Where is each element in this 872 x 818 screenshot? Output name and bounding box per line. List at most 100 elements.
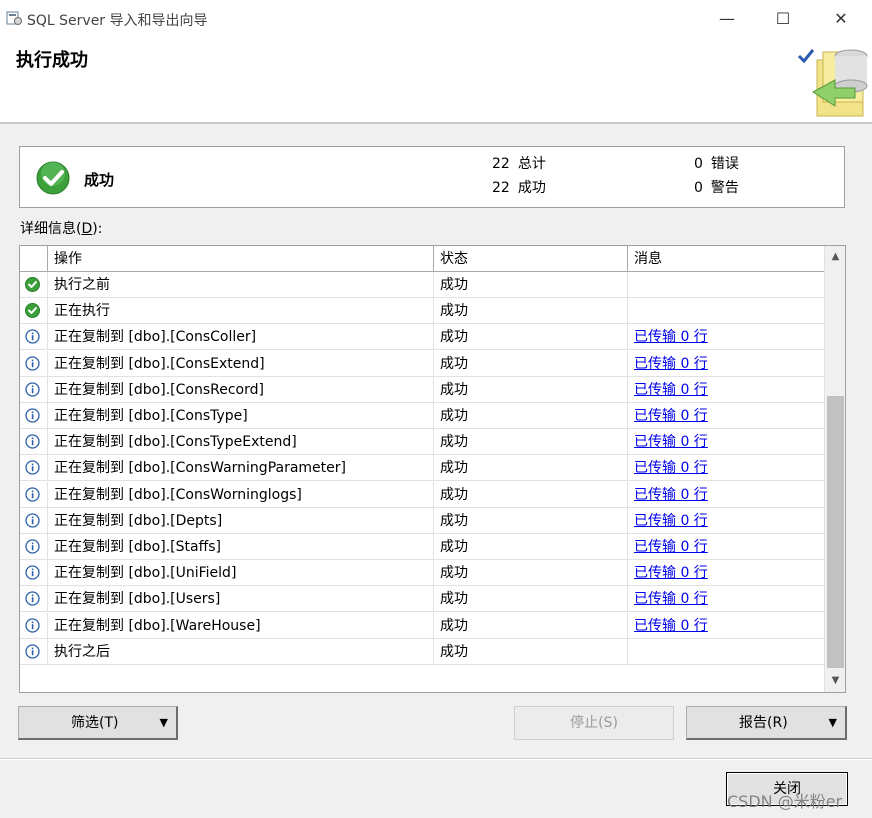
info-icon: [20, 612, 48, 639]
row-message: [628, 272, 824, 298]
table-row[interactable]: 正在复制到 [dbo].[Depts] 成功 已传输 0 行: [20, 507, 824, 534]
row-status: 成功: [434, 324, 628, 351]
row-operation: 正在复制到 [dbo].[ConsRecord]: [48, 376, 434, 403]
summary-status: 成功: [84, 171, 115, 189]
success-stat: 22 成功: [492, 177, 546, 197]
footer-divider: [0, 758, 872, 760]
row-status: 成功: [434, 560, 628, 587]
transferred-rows-link[interactable]: 已传输 0 行: [634, 591, 708, 607]
transferred-rows-link[interactable]: 已传输 0 行: [634, 539, 708, 555]
minimize-button[interactable]: —: [704, 4, 750, 34]
row-operation: 正在复制到 [dbo].[Users]: [48, 586, 434, 613]
info-icon: [20, 638, 48, 665]
warning-count: 0: [694, 180, 703, 196]
info-icon: [20, 560, 48, 587]
summary-panel: 成功 22 总计 22 成功 0 错误 0 警告: [19, 146, 845, 208]
vertical-scrollbar[interactable]: ▲ ▼: [824, 246, 845, 692]
info-icon: [20, 376, 48, 403]
window-titlebar: SQL Server 导入和导出向导 — ☐ ✕: [0, 0, 872, 38]
row-status: 成功: [434, 534, 628, 560]
total-count: 22: [492, 156, 510, 172]
row-message: 已传输 0 行: [628, 403, 824, 429]
report-dropdown-arrow-icon[interactable]: ▼: [829, 707, 837, 739]
info-icon: [20, 350, 48, 377]
transferred-rows-link[interactable]: 已传输 0 行: [634, 618, 708, 634]
table-row[interactable]: 正在复制到 [dbo].[ConsWarningParameter] 成功 已传输 …: [20, 455, 824, 482]
info-icon: [20, 403, 48, 429]
row-status: 成功: [434, 612, 628, 639]
transferred-rows-link[interactable]: 已传输 0 行: [634, 460, 708, 476]
row-message: 已传输 0 行: [628, 482, 824, 508]
database-transfer-graphic-icon: [797, 49, 868, 117]
table-row[interactable]: 正在复制到 [dbo].[ConsColler] 成功 已传输 0 行: [20, 324, 824, 351]
row-status: 成功: [434, 376, 628, 403]
column-header-status[interactable]: 状态: [434, 246, 628, 272]
info-icon: [20, 324, 48, 351]
warning-label: 警告: [710, 180, 739, 196]
table-row[interactable]: 正在复制到 [dbo].[Staffs] 成功 已传输 0 行: [20, 534, 824, 560]
column-header-message[interactable]: 消息: [628, 246, 824, 272]
table-row[interactable]: 正在复制到 [dbo].[ConsTypeExtend] 成功 已传输 0 行: [20, 429, 824, 456]
info-icon: [20, 455, 48, 482]
success-icon: [20, 298, 48, 325]
info-icon: [20, 507, 48, 534]
row-message: 已传输 0 行: [628, 560, 824, 586]
scroll-up-arrow-icon[interactable]: ▲: [825, 246, 845, 268]
scroll-thumb[interactable]: [827, 396, 844, 668]
table-row[interactable]: 正在复制到 [dbo].[ConsRecord] 成功 已传输 0 行: [20, 376, 824, 403]
row-operation: 执行之前: [48, 272, 434, 298]
details-label-suffix: ):: [92, 221, 103, 237]
row-message: 已传输 0 行: [628, 508, 824, 534]
table-row[interactable]: 正在复制到 [dbo].[ConsWorninglogs] 成功 已传输 0 行: [20, 481, 824, 508]
row-operation: 正在执行: [48, 298, 434, 325]
details-label-text: 详细信息(: [20, 221, 82, 237]
close-window-button[interactable]: ✕: [818, 4, 864, 34]
row-status: 成功: [434, 298, 628, 325]
filter-button-label: 筛选(T): [71, 715, 119, 731]
scroll-down-arrow-icon[interactable]: ▼: [825, 670, 845, 692]
row-operation: 正在复制到 [dbo].[UniField]: [48, 560, 434, 587]
details-grid[interactable]: 操作 状态 消息 执行之前 成功 正在执行 成功 正在复制到 [dbo].[ConsCo…: [19, 245, 846, 693]
success-label: 成功: [517, 180, 546, 196]
transferred-rows-link[interactable]: 已传输 0 行: [634, 487, 708, 503]
table-row[interactable]: 执行之前 成功: [20, 272, 824, 298]
report-button-label: 报告(R): [739, 715, 788, 731]
report-button[interactable]: 报告(R) ▼: [686, 706, 847, 740]
info-icon: [20, 481, 48, 508]
details-hotkey: D: [81, 221, 93, 237]
stop-button[interactable]: 停止(S): [514, 706, 674, 740]
row-operation: 正在复制到 [dbo].[ConsWarningParameter]: [48, 455, 434, 482]
maximize-button[interactable]: ☐: [760, 4, 806, 34]
row-status: 成功: [434, 455, 628, 482]
table-row[interactable]: 正在执行 成功: [20, 298, 824, 325]
page-title: 执行成功: [16, 50, 88, 71]
error-stat: 0 错误: [694, 153, 739, 173]
error-label: 错误: [710, 156, 739, 172]
transferred-rows-link[interactable]: 已传输 0 行: [634, 382, 708, 398]
transferred-rows-link[interactable]: 已传输 0 行: [634, 565, 708, 581]
table-row[interactable]: 正在复制到 [dbo].[WareHouse] 成功 已传输 0 行: [20, 612, 824, 639]
table-row[interactable]: 正在复制到 [dbo].[ConsExtend] 成功 已传输 0 行: [20, 350, 824, 377]
row-operation: 正在复制到 [dbo].[ConsColler]: [48, 324, 434, 351]
transferred-rows-link[interactable]: 已传输 0 行: [634, 356, 708, 372]
transferred-rows-link[interactable]: 已传输 0 行: [634, 513, 708, 529]
row-status: 成功: [434, 481, 628, 508]
column-header-operation[interactable]: 操作: [48, 246, 434, 272]
transferred-rows-link[interactable]: 已传输 0 行: [634, 329, 708, 345]
header-icon-column: [20, 246, 48, 272]
table-row[interactable]: 执行之后 成功: [20, 638, 824, 665]
success-count: 22: [492, 180, 510, 196]
error-count: 0: [694, 156, 703, 172]
filter-button[interactable]: 筛选(T) ▼: [18, 706, 178, 740]
row-status: 成功: [434, 507, 628, 534]
row-message: 已传输 0 行: [628, 377, 824, 403]
table-row[interactable]: 正在复制到 [dbo].[ConsType] 成功 已传输 0 行: [20, 403, 824, 429]
info-icon: [20, 534, 48, 560]
transferred-rows-link[interactable]: 已传输 0 行: [634, 434, 708, 450]
transferred-rows-link[interactable]: 已传输 0 行: [634, 408, 708, 424]
row-message: 已传输 0 行: [628, 613, 824, 639]
table-row[interactable]: 正在复制到 [dbo].[Users] 成功 已传输 0 行: [20, 586, 824, 613]
watermark: CSDN @米粉er: [727, 792, 843, 811]
table-row[interactable]: 正在复制到 [dbo].[UniField] 成功 已传输 0 行: [20, 560, 824, 587]
filter-dropdown-arrow-icon[interactable]: ▼: [160, 707, 168, 739]
